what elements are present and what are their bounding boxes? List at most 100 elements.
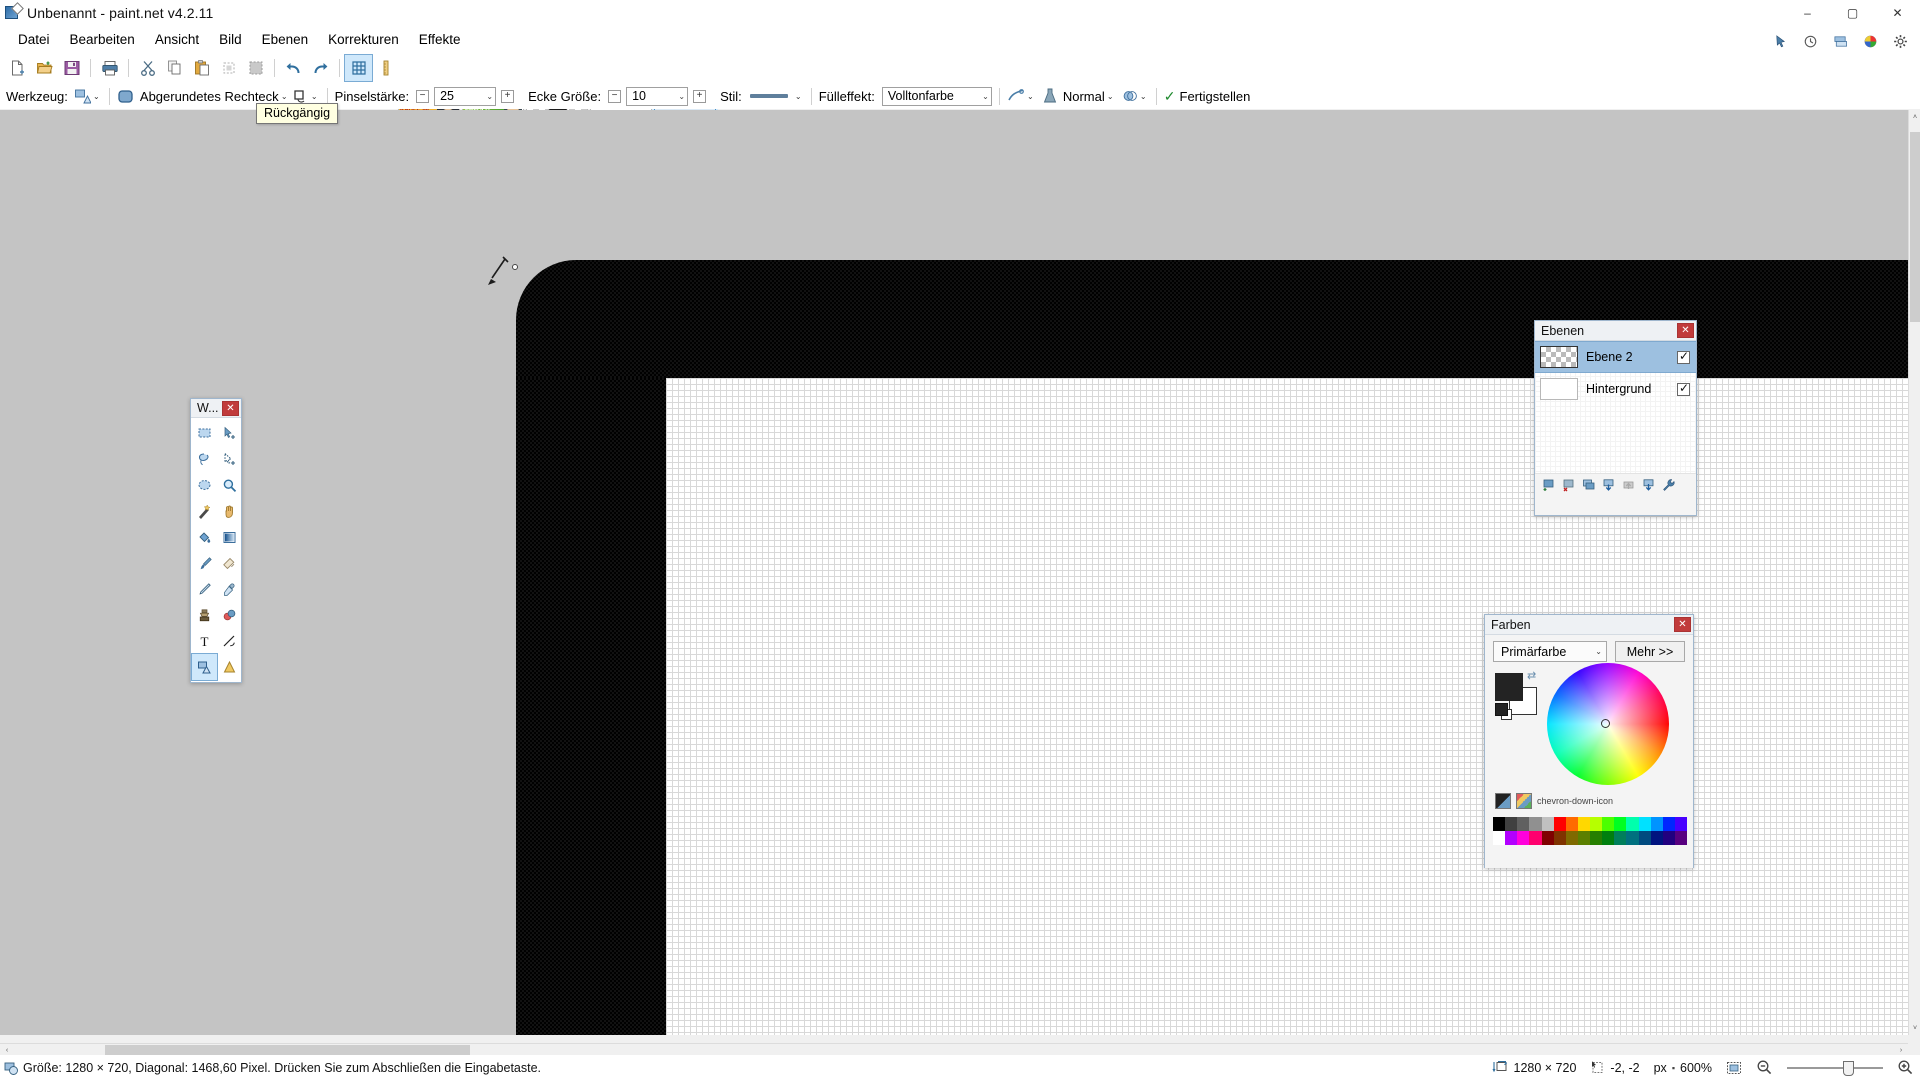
palette-swatch[interactable] xyxy=(1553,817,1566,831)
redo-icon[interactable] xyxy=(307,55,334,81)
tool-line-curve[interactable] xyxy=(217,628,242,654)
tools-window-header[interactable]: W... ✕ xyxy=(191,399,241,418)
close-icon[interactable]: ✕ xyxy=(222,400,239,416)
cursor-icon[interactable] xyxy=(1767,28,1794,54)
menu-ansicht[interactable]: Ansicht xyxy=(145,28,209,51)
menu-bearbeiten[interactable]: Bearbeiten xyxy=(60,28,145,51)
tools-window[interactable]: W... ✕ T xyxy=(190,398,242,683)
palette-swatch[interactable] xyxy=(1674,831,1687,845)
palette-swatch[interactable] xyxy=(1529,831,1542,845)
cut-icon[interactable] xyxy=(134,55,161,81)
reset-colors-icon[interactable] xyxy=(1495,703,1508,716)
history-icon[interactable] xyxy=(1797,28,1824,54)
palette-icon[interactable] xyxy=(1516,793,1532,809)
move-up-icon[interactable] xyxy=(1620,476,1638,494)
primary-color-swatch[interactable] xyxy=(1495,673,1523,701)
colors-window-header[interactable]: Farben ✕ xyxy=(1485,615,1693,635)
menu-ebenen[interactable]: Ebenen xyxy=(252,28,319,51)
paste-icon[interactable] xyxy=(188,55,215,81)
close-button[interactable]: ✕ xyxy=(1875,0,1920,26)
tool-paintbrush[interactable] xyxy=(192,550,217,576)
layers-window[interactable]: Ebenen ✕ Ebene 2 Hintergrund xyxy=(1534,320,1697,516)
tool-clone-stamp[interactable] xyxy=(192,602,217,628)
tool-paint-bucket[interactable] xyxy=(192,524,217,550)
duplicate-layer-icon[interactable] xyxy=(1580,476,1598,494)
copy-icon[interactable] xyxy=(161,55,188,81)
palette-swatch[interactable] xyxy=(1577,817,1590,831)
blend-mode-icon[interactable] xyxy=(1042,88,1058,104)
palette-swatch[interactable] xyxy=(1565,831,1578,845)
color-wheel-cursor[interactable] xyxy=(1601,719,1610,728)
menu-datei[interactable]: Datei xyxy=(8,28,60,51)
layer-row-ebene2[interactable]: Ebene 2 xyxy=(1535,341,1696,373)
chevron-down-icon[interactable]: chevron-down-icon xyxy=(1537,796,1613,806)
move-down-icon[interactable] xyxy=(1640,476,1658,494)
wrench-icon[interactable] xyxy=(1660,476,1678,494)
tool-ellipse-select[interactable] xyxy=(192,472,217,498)
palette-swatch[interactable] xyxy=(1493,831,1506,845)
scroll-down-arrow[interactable]: ˅ xyxy=(1909,1021,1920,1035)
colors-window[interactable]: Farben ✕ Primärfarbe ⌄ Mehr >> ⇄ chevron… xyxy=(1484,614,1694,868)
tool-shapes-extra[interactable] xyxy=(217,654,242,680)
canvas-area[interactable] xyxy=(0,110,1908,1035)
vertical-scrollbar[interactable]: ˄ ˅ xyxy=(1908,110,1920,1035)
palette-swatch[interactable] xyxy=(1638,817,1651,831)
palette-swatch[interactable] xyxy=(1674,817,1687,831)
brush-width-input[interactable]: 25 ⌄ xyxy=(434,86,497,106)
delete-layer-icon[interactable] xyxy=(1560,476,1578,494)
style-preview-icon[interactable] xyxy=(749,94,788,98)
layer-visibility-checkbox[interactable] xyxy=(1677,381,1690,396)
tool-lasso-select[interactable] xyxy=(192,446,217,472)
tool-zoom[interactable] xyxy=(217,472,242,498)
palette-swatch[interactable] xyxy=(1493,817,1506,831)
antialiasing-dropdown-arrow[interactable]: ⌄ xyxy=(1025,87,1036,105)
palette-swatch[interactable] xyxy=(1541,817,1554,831)
save-icon[interactable] xyxy=(58,55,85,81)
draw-shape-icon[interactable] xyxy=(292,88,309,105)
layers-window-header[interactable]: Ebenen ✕ xyxy=(1535,321,1696,341)
menu-korrekturen[interactable]: Korrekturen xyxy=(318,28,409,51)
tool-eraser[interactable] xyxy=(217,550,242,576)
close-icon[interactable]: ✕ xyxy=(1677,323,1694,338)
close-icon[interactable]: ✕ xyxy=(1674,617,1691,632)
shapes-tool-icon[interactable] xyxy=(74,88,91,105)
palette-save-icon[interactable] xyxy=(1495,793,1511,809)
corner-handle-icon[interactable] xyxy=(512,264,518,270)
tool-move-selected[interactable] xyxy=(217,420,242,446)
zoom-slider[interactable] xyxy=(1787,1060,1883,1076)
color-palette-strip[interactable] xyxy=(1493,817,1687,845)
blend-mode-dropdown-arrow[interactable]: ⌄ xyxy=(1105,87,1116,105)
undo-icon[interactable] xyxy=(280,55,307,81)
palette-swatch[interactable] xyxy=(1541,831,1554,845)
tool-rectangle-select[interactable] xyxy=(192,420,217,446)
style-dropdown-arrow[interactable]: ⌄ xyxy=(793,87,804,105)
new-icon[interactable] xyxy=(4,55,31,81)
palette-swatch[interactable] xyxy=(1590,831,1603,845)
color-mode-select[interactable]: Primärfarbe ⌄ xyxy=(1493,641,1607,662)
palette-swatch[interactable] xyxy=(1626,831,1639,845)
palette-swatch[interactable] xyxy=(1577,831,1590,845)
tool-recolor[interactable] xyxy=(217,602,242,628)
brush-width-increment[interactable]: + xyxy=(501,89,515,103)
palette-swatch[interactable] xyxy=(1638,831,1651,845)
layer-list[interactable]: Ebene 2 Hintergrund xyxy=(1535,341,1696,473)
palette-swatch[interactable] xyxy=(1565,817,1578,831)
palette-swatch[interactable] xyxy=(1517,817,1530,831)
palette-swatch[interactable] xyxy=(1517,831,1530,845)
scroll-up-arrow[interactable]: ˄ xyxy=(1909,110,1920,124)
maximize-button[interactable]: ▢ xyxy=(1830,0,1875,26)
settings-gear-icon[interactable] xyxy=(1887,28,1914,54)
brush-width-decrement[interactable]: − xyxy=(416,89,430,103)
swap-colors-icon[interactable]: ⇄ xyxy=(1527,669,1536,682)
add-layer-icon[interactable] xyxy=(1540,476,1558,494)
fill-select[interactable]: Volltonfarbe ⌄ xyxy=(881,86,992,106)
palette-swatch[interactable] xyxy=(1650,831,1663,845)
zoom-out-icon[interactable] xyxy=(1756,1059,1773,1076)
palette-swatch[interactable] xyxy=(1505,831,1518,845)
corner-size-decrement[interactable]: − xyxy=(608,89,622,103)
palette-swatch[interactable] xyxy=(1662,817,1675,831)
rulers-icon[interactable] xyxy=(372,55,399,81)
tool-text[interactable]: T xyxy=(192,628,217,654)
alpha-blending-icon[interactable] xyxy=(1122,88,1138,104)
rounded-rect-icon[interactable] xyxy=(117,88,134,105)
